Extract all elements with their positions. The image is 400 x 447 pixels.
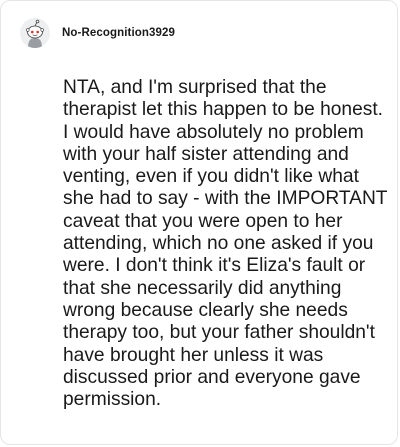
comment-header: No-Recognition3929 (20, 18, 175, 48)
comment-body: NTA, and I'm surprised that the therapis… (63, 77, 388, 411)
avatar[interactable] (20, 18, 50, 48)
comment-card: No-Recognition3929 NTA, and I'm surprise… (0, 0, 398, 445)
username[interactable]: No-Recognition3929 (62, 27, 175, 39)
reddit-snoo-avatar-icon (26, 19, 44, 48)
